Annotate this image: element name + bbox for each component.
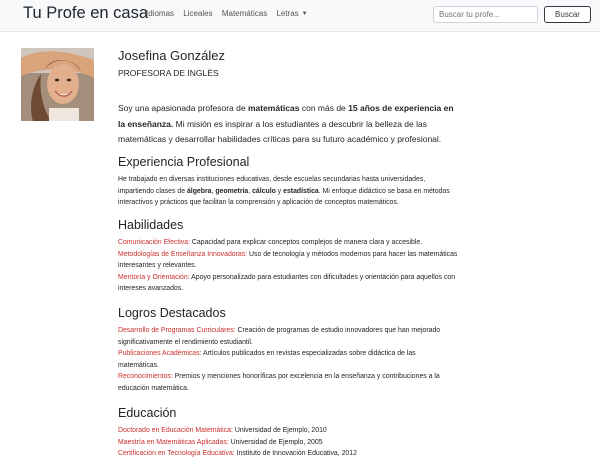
list-item: Metodologías de Enseñanza Innovadoras: U… — [118, 250, 458, 270]
search-button[interactable]: Buscar — [544, 6, 591, 23]
list-item: Publicaciones Académicas: Artículos publ… — [118, 350, 416, 369]
caret-down-icon: ▼ — [301, 11, 308, 17]
list-item: Desarrollo de Programas Curriculares: Cr… — [118, 327, 441, 346]
nav-link-liceales[interactable]: Liceales — [183, 9, 212, 18]
experiencia-paragraph: He trabajado en diversas instituciones e… — [118, 176, 450, 206]
search-input[interactable] — [433, 6, 538, 23]
navbar: Tu Profe en casa Idiomas Liceales Matemá… — [0, 0, 600, 32]
brand-logo[interactable]: Tu Profe en casa — [23, 4, 148, 23]
section-title-experiencia: Experiencia Profesional — [118, 155, 250, 169]
educacion-list: Doctorado en Educación Matemática: Unive… — [118, 425, 458, 460]
list-item: Doctorado en Educación Matemática: Unive… — [118, 427, 327, 434]
avatar — [21, 48, 94, 121]
nav-dropdown-letras[interactable]: Letras ▼ — [276, 9, 314, 18]
nav-links: Idiomas Liceales Matemáticas Letras ▼ — [146, 9, 322, 18]
section-title-logros: Logros Destacados — [118, 306, 226, 320]
habilidades-list: Comunicación Efectiva: Capacidad para ex… — [118, 237, 458, 295]
nav-link-letras-label: Letras — [276, 9, 299, 18]
logros-list: Desarrollo de Programas Curriculares: Cr… — [118, 325, 458, 394]
profile-title: PROFESORA DE INGLÉS — [118, 68, 219, 78]
section-title-habilidades: Habilidades — [118, 218, 184, 232]
nav-link-idiomas[interactable]: Idiomas — [146, 9, 174, 18]
intro-paragraph: Soy una apasionada profesora de matemáti… — [118, 103, 454, 144]
nav-link-matematicas[interactable]: Matemáticas — [222, 9, 267, 18]
intro-subject: matemáticas — [247, 103, 300, 113]
list-item: Maestría en Matemáticas Aplicadas: Unive… — [118, 438, 323, 446]
list-item: Comunicación Efectiva: Capacidad para ex… — [118, 239, 423, 246]
list-item: Reconocimientos: Premios y menciones hon… — [118, 373, 440, 392]
list-item: Mentoría y Orientación: Apoyo personaliz… — [118, 273, 456, 293]
profile-name: Josefina González — [118, 48, 225, 63]
section-title-educacion: Educación — [118, 406, 177, 420]
list-item: Certificación en Tecnología Educativa: I… — [118, 450, 357, 457]
